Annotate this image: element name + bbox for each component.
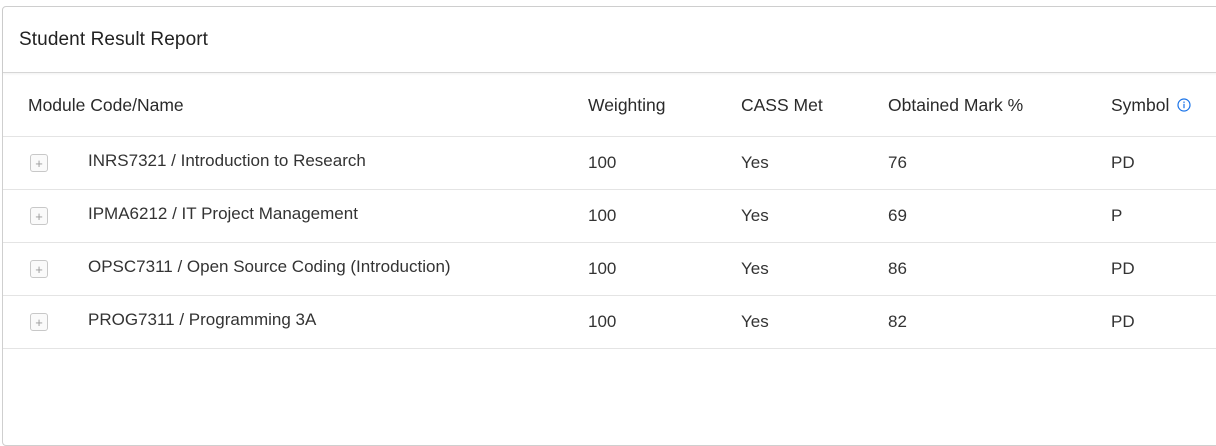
column-header-obtained-mark[interactable]: Obtained Mark % [888,74,1023,136]
expand-row-button[interactable]: + [30,296,48,348]
plus-icon[interactable]: + [30,313,48,331]
table-row: + PROG7311 / Programming 3A 100 Yes 82 P… [3,296,1216,349]
obtained-mark-cell: 69 [888,206,907,225]
module-name-cell: OPSC7311 / Open Source Coding (Introduct… [88,257,451,276]
symbol-cell: PD [1111,312,1135,331]
cass-met-cell: Yes [741,259,769,278]
column-header-module[interactable]: Module Code/Name [28,74,184,136]
symbol-cell: P [1111,206,1123,225]
plus-icon[interactable]: + [30,154,48,172]
student-result-report-panel: Student Result Report Module Code/Name W… [2,6,1216,446]
obtained-mark-cell: 86 [888,259,907,278]
cass-met-cell: Yes [741,206,769,225]
weighting-cell: 100 [588,259,617,278]
obtained-mark-cell: 76 [888,153,907,172]
column-header-weighting[interactable]: Weighting [588,74,666,136]
cass-met-cell: Yes [741,153,769,172]
column-header-symbol-label: Symbol [1111,94,1170,115]
cass-met-cell: Yes [741,312,769,331]
module-name-cell: IPMA6212 / IT Project Management [88,204,358,223]
table-header-row: Module Code/Name Weighting CASS Met Obta… [3,74,1216,137]
weighting-cell: 100 [588,206,617,225]
module-name-cell: PROG7311 / Programming 3A [88,310,317,329]
module-name-cell: INRS7321 / Introduction to Research [88,151,366,170]
info-icon[interactable] [1177,98,1191,112]
symbol-cell: PD [1111,259,1135,278]
table-row: + OPSC7311 / Open Source Coding (Introdu… [3,243,1216,296]
panel-header: Student Result Report [3,7,1216,73]
expand-row-button[interactable]: + [30,243,48,295]
table-row: + IPMA6212 / IT Project Management 100 Y… [3,190,1216,243]
results-table: Module Code/Name Weighting CASS Met Obta… [3,74,1216,349]
table-row: + INRS7321 / Introduction to Research 10… [3,137,1216,190]
plus-icon[interactable]: + [30,207,48,225]
column-header-cass-met[interactable]: CASS Met [741,74,823,136]
plus-icon[interactable]: + [30,260,48,278]
expand-row-button[interactable]: + [30,190,48,242]
obtained-mark-cell: 82 [888,312,907,331]
expand-row-button[interactable]: + [30,137,48,189]
symbol-cell: PD [1111,153,1135,172]
column-header-symbol[interactable]: Symbol [1111,74,1191,136]
weighting-cell: 100 [588,312,617,331]
panel-title: Student Result Report [19,28,209,50]
weighting-cell: 100 [588,153,617,172]
